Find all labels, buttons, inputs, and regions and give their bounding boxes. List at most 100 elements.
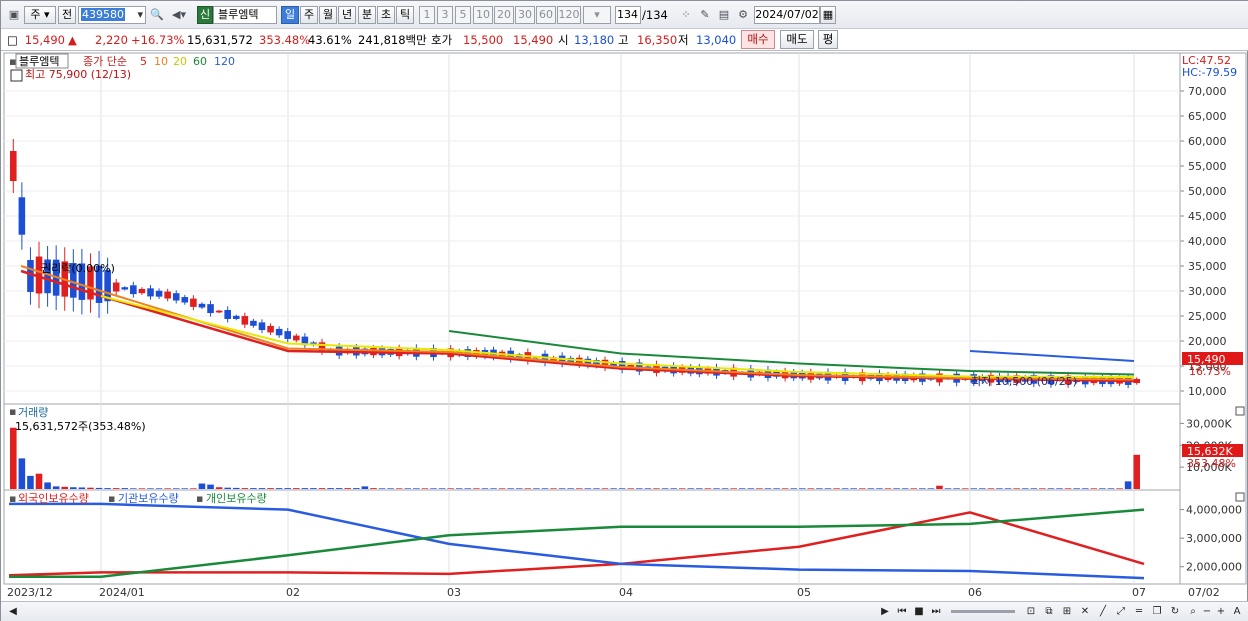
bar-total-label: /134 (642, 8, 668, 22)
volume-bar (970, 488, 978, 489)
calendar-small-icon[interactable] (10, 69, 23, 82)
trend-icon[interactable]: ⤢ (1113, 604, 1129, 620)
crosshair-icon[interactable]: ✕ (1077, 604, 1093, 620)
volume-bar (644, 488, 652, 489)
gear-icon[interactable]: ⚙ (734, 6, 752, 24)
volume-bar (884, 488, 892, 489)
bar-count-input[interactable]: 134 (615, 6, 641, 24)
save-icon[interactable]: ▤ (715, 6, 733, 24)
count-5[interactable]: 5 (455, 6, 471, 24)
volume-bar (490, 488, 497, 489)
candle-body (181, 297, 189, 303)
ma-120-label: 120 (214, 55, 235, 68)
price-tick-label: 10,000 (1188, 385, 1227, 398)
holding-close-icon[interactable] (1235, 492, 1245, 502)
count-10[interactable]: 10 (473, 6, 493, 24)
play-icon[interactable]: ▶ (877, 604, 893, 620)
chart-area[interactable]: 70,000 65,000 60,000 55,000 50,000 45,000 40,0… (1, 51, 1248, 602)
volume-bar (353, 488, 360, 489)
volume-bar (421, 488, 429, 489)
search-icon[interactable]: 🔍 (148, 6, 166, 24)
volume-bar (104, 488, 111, 489)
calendar-icon[interactable]: ▦ (820, 6, 836, 24)
volume-bar (678, 488, 686, 489)
volume-bar (310, 488, 317, 489)
volume-bar (584, 488, 592, 489)
quote-expand-icon[interactable]: □ (7, 32, 18, 48)
split-icon[interactable]: ⊡ (1023, 604, 1039, 620)
volume-bar (507, 488, 514, 489)
period-minute[interactable]: 분 (358, 6, 376, 24)
x-tick-label: 2023/12 (7, 586, 53, 599)
low-label: 저 (678, 33, 689, 47)
count-dropdown[interactable]: ▾ (583, 6, 611, 24)
volume-title: 거래량 (18, 406, 48, 419)
date-input[interactable]: 2024/07/02 (754, 6, 820, 24)
volume-bar (327, 488, 334, 489)
candle-body (232, 315, 240, 319)
grid-icon[interactable]: ⊞ (1059, 604, 1075, 620)
price-tick-label: 70,000 (1188, 85, 1227, 98)
volume-bar (481, 488, 489, 489)
volume-bar (919, 488, 926, 489)
volume-bar (653, 488, 660, 489)
high-label: 고 (618, 33, 629, 47)
ma-title: 종가 단순 (83, 55, 127, 68)
prev-button[interactable]: 전 (58, 6, 76, 24)
line-tool-icon[interactable]: ╱ (1095, 604, 1111, 620)
volume-bar (576, 488, 583, 489)
dots-icon[interactable]: ⁘ (677, 6, 695, 24)
period-year[interactable]: 년 (338, 6, 356, 24)
volume-bar (859, 488, 866, 489)
volume-close-icon[interactable] (1235, 406, 1245, 416)
candle-body (172, 293, 180, 301)
market-select[interactable]: 주 ▾ (24, 6, 56, 24)
stock-name-field[interactable]: 블루엠텍 (213, 6, 277, 24)
stock-code-input[interactable]: 439580 ▾ (78, 6, 146, 24)
market-label: 주 (30, 8, 41, 21)
volume-bar (147, 488, 154, 489)
up-arrow-icon: ▲ (68, 33, 77, 47)
refresh-icon[interactable]: ↻ (1167, 604, 1183, 620)
period-second[interactable]: 초 (377, 6, 395, 24)
layout-icon[interactable]: ⧉ (1041, 604, 1057, 620)
candle-body (275, 328, 283, 336)
count-60[interactable]: 60 (536, 6, 556, 24)
period-tick[interactable]: 틱 (396, 6, 414, 24)
stop-icon[interactable]: ■ (911, 604, 927, 620)
rewind-icon[interactable]: ⏮ (894, 604, 910, 620)
count-3[interactable]: 3 (437, 6, 453, 24)
sell-button[interactable]: 매도 (780, 30, 814, 49)
buy-button[interactable]: 매수 (741, 30, 775, 49)
volume-bar (901, 488, 909, 489)
forward-icon[interactable]: ⏭ (928, 604, 944, 620)
copy-icon[interactable]: ❐ (1149, 604, 1165, 620)
volume-bar (816, 488, 823, 489)
count-20[interactable]: 20 (494, 6, 514, 24)
draw-line-icon[interactable]: ✎ (696, 6, 714, 24)
volume-bar (447, 488, 454, 489)
zoom-in-icon[interactable]: + (1213, 604, 1229, 620)
volume-bar (1081, 488, 1089, 489)
chart-menu-icon[interactable]: ▣ (5, 6, 23, 24)
period-week[interactable]: 주 (300, 6, 318, 24)
count-1[interactable]: 1 (419, 6, 435, 24)
zoom-slider[interactable] (951, 610, 1015, 613)
hline-icon[interactable]: ═ (1131, 604, 1147, 620)
legend-institution: 기관보유수량 (118, 492, 179, 505)
new-listing-badge: 신 (197, 6, 213, 24)
scroll-left-icon[interactable]: ◀ (5, 604, 21, 620)
period-month[interactable]: 월 (319, 6, 337, 24)
sound-icon[interactable]: ◀▾ (167, 6, 191, 24)
volume-bar (833, 488, 840, 489)
eval-button[interactable]: 평 (818, 30, 838, 49)
count-30[interactable]: 30 (515, 6, 535, 24)
volume-bar (867, 488, 875, 489)
volume-bar (1021, 488, 1029, 489)
volume-bar (567, 488, 574, 489)
auto-scale-icon[interactable]: A (1229, 604, 1245, 620)
period-day[interactable]: 일 (281, 6, 299, 24)
volume-bar (1030, 488, 1038, 489)
count-120[interactable]: 120 (557, 6, 581, 24)
volume-bar (610, 488, 617, 489)
